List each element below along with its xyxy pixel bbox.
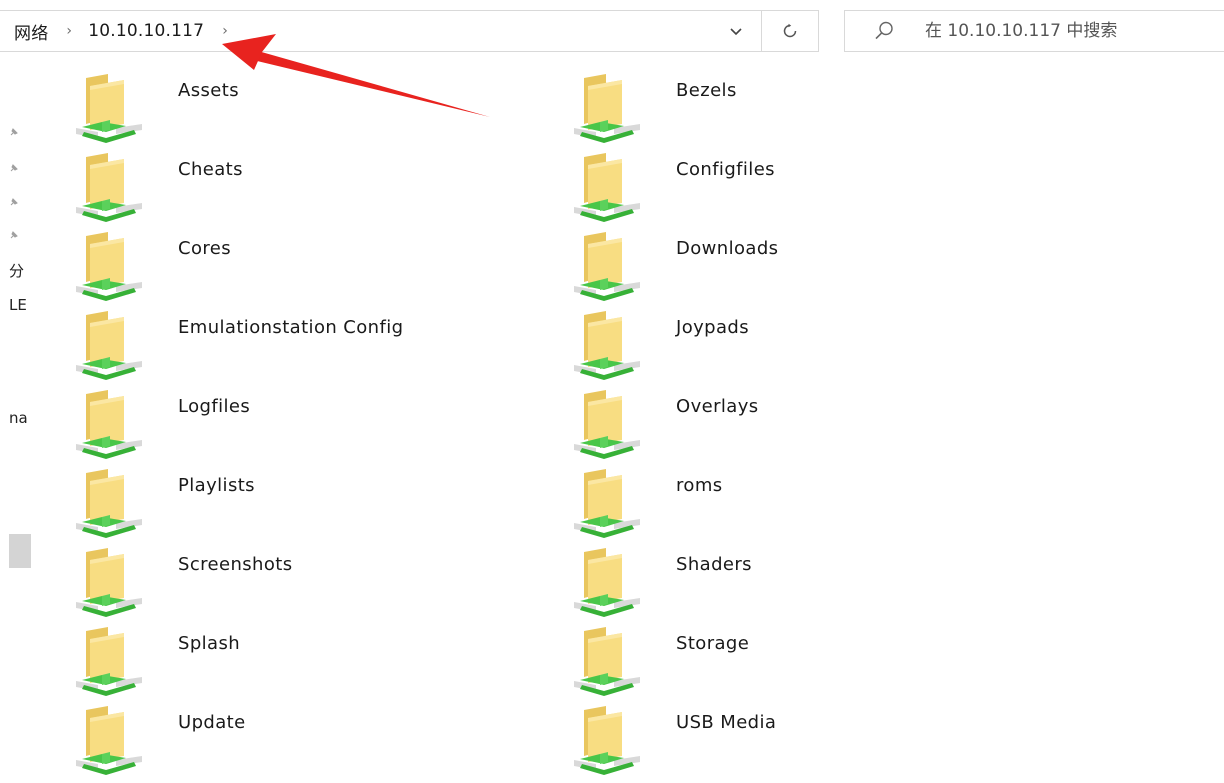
folder-name: roms	[676, 475, 723, 496]
folder-name: Emulationstation Config	[178, 317, 404, 338]
folder-name: Assets	[178, 80, 239, 101]
folder-name: Screenshots	[178, 554, 293, 575]
shared-folder-icon	[574, 74, 640, 143]
folder-name: Update	[178, 712, 246, 733]
folder-name: Playlists	[178, 475, 255, 496]
folder-item[interactable]: Cores	[68, 226, 566, 305]
chevron-down-icon	[730, 28, 742, 36]
shared-folder-icon	[574, 469, 640, 538]
folder-item[interactable]: USB Media	[566, 700, 1064, 779]
shared-folder-icon	[76, 627, 142, 696]
shared-folder-icon	[76, 390, 142, 459]
shared-folder-icon	[574, 232, 640, 301]
search-icon	[875, 21, 893, 40]
nav-item-label[interactable]: LE	[9, 296, 37, 314]
folder-item[interactable]: Downloads	[566, 226, 1064, 305]
shared-folder-icon	[76, 469, 142, 538]
breadcrumb-separator[interactable]: ›	[66, 23, 72, 39]
toolbar-divider	[761, 11, 762, 51]
folder-name: Joypads	[676, 317, 750, 338]
folder-item[interactable]: Joypads	[566, 305, 1064, 384]
pin-icon	[10, 231, 18, 239]
pin-icon	[10, 164, 18, 172]
shared-folder-icon	[76, 153, 142, 222]
pin-icon	[10, 128, 18, 136]
folder-name: Splash	[178, 633, 241, 654]
folder-item[interactable]: Bezels	[566, 68, 1064, 147]
folder-name: Downloads	[676, 238, 779, 259]
folder-grid: Assets Bezels Cheats Configfiles Cores D…	[68, 68, 1068, 779]
folder-item[interactable]: Configfiles	[566, 147, 1064, 226]
nav-item-label[interactable]: 分	[9, 260, 37, 281]
folder-item[interactable]: Overlays	[566, 384, 1064, 463]
breadcrumb-item-network[interactable]: 网络	[14, 19, 48, 44]
shared-folder-icon	[574, 548, 640, 617]
folder-name: Storage	[676, 633, 750, 654]
search-box[interactable]: 在 10.10.10.117 中搜索	[844, 10, 1224, 52]
pin-icon	[10, 198, 18, 206]
shared-folder-icon	[574, 390, 640, 459]
shared-folder-icon	[76, 74, 142, 143]
folder-item[interactable]: Screenshots	[68, 542, 566, 621]
folder-name: Overlays	[676, 396, 759, 417]
folder-item[interactable]: Storage	[566, 621, 1064, 700]
folder-name: Bezels	[676, 80, 737, 101]
refresh-button[interactable]	[764, 11, 816, 51]
folder-item[interactable]: Update	[68, 700, 566, 779]
shared-folder-icon	[76, 311, 142, 380]
breadcrumb-item-host[interactable]: 10.10.10.117	[88, 21, 204, 41]
folder-item[interactable]: roms	[566, 463, 1064, 542]
folder-item[interactable]: Emulationstation Config	[68, 305, 566, 384]
nav-scrollbar-thumb[interactable]	[9, 534, 31, 568]
shared-folder-icon	[76, 232, 142, 301]
shared-folder-icon	[574, 153, 640, 222]
refresh-icon	[783, 23, 797, 38]
folder-item[interactable]: Playlists	[68, 463, 566, 542]
folder-name: Cores	[178, 238, 232, 259]
folder-name: USB Media	[676, 712, 777, 733]
folder-item[interactable]: Assets	[68, 68, 566, 147]
folder-name: Logfiles	[178, 396, 251, 417]
folder-name: Configfiles	[676, 159, 775, 180]
shared-folder-icon	[574, 627, 640, 696]
breadcrumb: 网络 › 10.10.10.117 ›	[14, 11, 244, 51]
shared-folder-icon	[76, 706, 142, 775]
search-input[interactable]: 在 10.10.10.117 中搜索	[925, 11, 1117, 51]
shared-folder-icon	[574, 706, 640, 775]
folder-item[interactable]: Cheats	[68, 147, 566, 226]
folder-item[interactable]: Splash	[68, 621, 566, 700]
navigation-pane: 分 LE na	[0, 52, 40, 783]
nav-item-label[interactable]: na	[9, 409, 37, 427]
folder-name: Cheats	[178, 159, 243, 180]
address-history-button[interactable]	[712, 11, 760, 51]
address-bar[interactable]: 网络 › 10.10.10.117 ›	[0, 10, 819, 52]
folder-item[interactable]: Logfiles	[68, 384, 566, 463]
breadcrumb-separator[interactable]: ›	[222, 23, 228, 39]
shared-folder-icon	[574, 311, 640, 380]
folder-item[interactable]: Shaders	[566, 542, 1064, 621]
folder-name: Shaders	[676, 554, 752, 575]
shared-folder-icon	[76, 548, 142, 617]
